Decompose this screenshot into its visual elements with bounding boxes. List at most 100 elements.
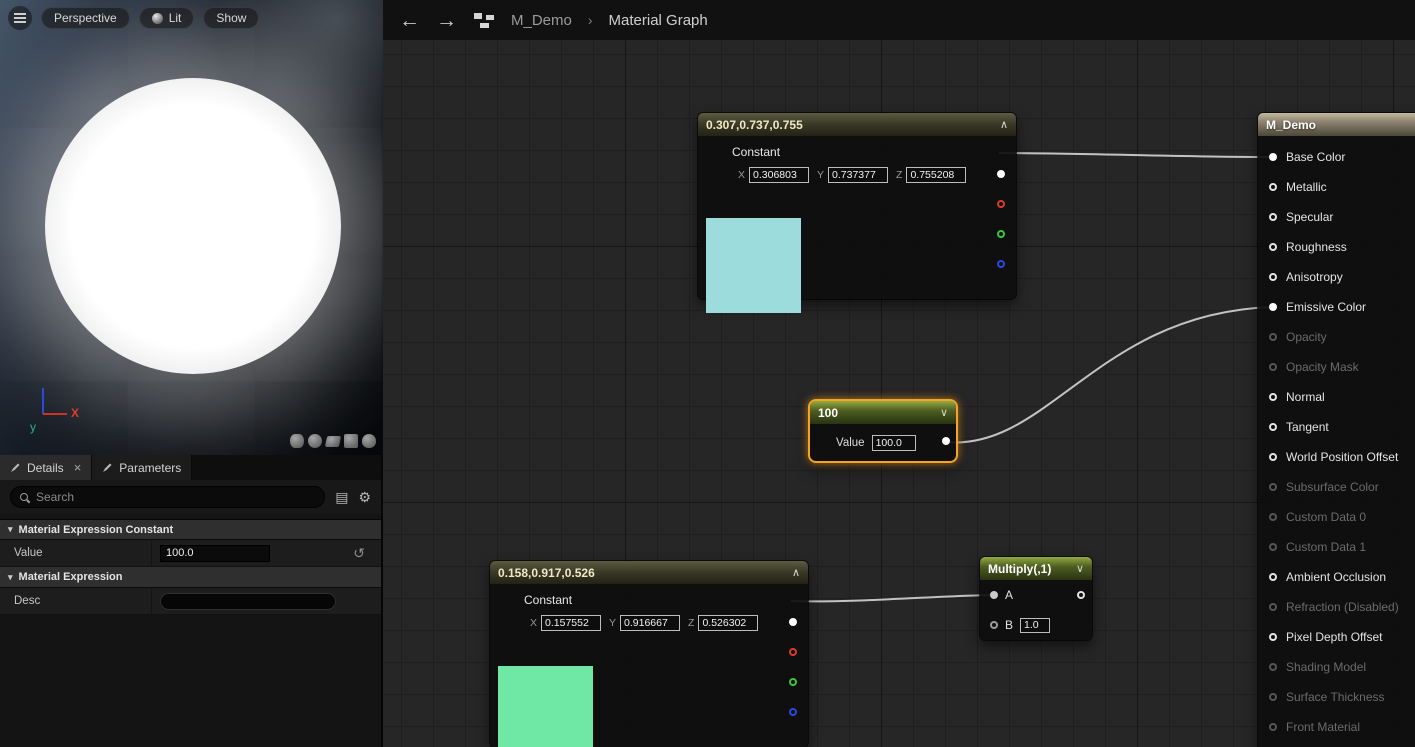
pin-icon[interactable]: [1269, 153, 1277, 161]
output-pin-g[interactable]: [997, 230, 1005, 238]
output-pin-r[interactable]: [789, 648, 797, 656]
preview-viewport[interactable]: Perspective Lit Show X y: [0, 0, 383, 455]
result-pin-row[interactable]: Opacity: [1258, 322, 1415, 352]
value-input[interactable]: [160, 545, 270, 562]
z-value-input[interactable]: [906, 167, 966, 183]
constant-node-top-header[interactable]: 0.307,0.737,0.755 ∧: [698, 113, 1016, 136]
close-details-icon[interactable]: ×: [74, 460, 82, 475]
preview-mesh-plane-icon[interactable]: [325, 436, 341, 447]
result-pin-row[interactable]: Ambient Occlusion: [1258, 562, 1415, 592]
result-pin-row[interactable]: Emissive Color: [1258, 292, 1415, 322]
z-value-input[interactable]: [698, 615, 758, 631]
tab-parameters[interactable]: Parameters: [92, 455, 192, 480]
constant-node-bottom[interactable]: 0.158,0.917,0.526 ∧ Constant X Y Z: [490, 561, 808, 747]
pin-icon[interactable]: [1269, 243, 1277, 251]
result-pin-row[interactable]: Specular: [1258, 202, 1415, 232]
pin-icon[interactable]: [1269, 363, 1277, 371]
pin-icon[interactable]: [1269, 603, 1277, 611]
result-pin-row[interactable]: Custom Data 0: [1258, 502, 1415, 532]
collapse-arrow-icon[interactable]: ▾: [8, 572, 13, 583]
pin-icon[interactable]: [1269, 723, 1277, 731]
lit-button[interactable]: Lit: [139, 7, 195, 29]
collapse-chevron-icon[interactable]: ∧: [792, 566, 800, 579]
output-pin-rgb[interactable]: [789, 618, 797, 626]
reset-to-default-icon[interactable]: ↺: [353, 545, 365, 562]
preview-mesh-cylinder-icon[interactable]: [290, 434, 304, 448]
section-material-expression[interactable]: ▾ Material Expression: [0, 567, 381, 588]
result-pin-row[interactable]: Front Material: [1258, 712, 1415, 742]
result-pin-row[interactable]: Roughness: [1258, 232, 1415, 262]
search-box[interactable]: [10, 486, 325, 508]
preview-mesh-teapot-icon[interactable]: [362, 434, 376, 448]
settings-gear-icon[interactable]: ⚙: [358, 490, 371, 504]
value-node-header[interactable]: 100 ∨: [810, 401, 956, 424]
search-input[interactable]: [36, 490, 315, 504]
y-value-input[interactable]: [620, 615, 680, 631]
multiply-node-header[interactable]: Multiply(,1) ∨: [980, 557, 1092, 580]
graph-hierarchy-icon[interactable]: [473, 12, 495, 29]
hamburger-menu-icon[interactable]: [8, 6, 32, 30]
pin-icon[interactable]: [1269, 663, 1277, 671]
output-pin-g[interactable]: [789, 678, 797, 686]
x-value-input[interactable]: [749, 167, 809, 183]
material-graph-canvas[interactable]: 0.307,0.737,0.755 ∧ Constant X Y Z: [383, 0, 1415, 747]
multiply-node[interactable]: Multiply(,1) ∨ A B: [980, 557, 1092, 640]
preview-mesh-sphere-icon[interactable]: [308, 434, 322, 448]
pin-icon[interactable]: [1269, 273, 1277, 281]
show-button[interactable]: Show: [203, 7, 259, 29]
result-node-header[interactable]: M_Demo: [1258, 113, 1415, 136]
output-pin-rgb[interactable]: [997, 170, 1005, 178]
perspective-button[interactable]: Perspective: [41, 7, 130, 29]
pin-icon[interactable]: [1269, 453, 1277, 461]
collapse-arrow-icon[interactable]: ▾: [8, 524, 13, 535]
output-pin-r[interactable]: [997, 200, 1005, 208]
result-pin-row[interactable]: Subsurface Color: [1258, 472, 1415, 502]
pin-icon[interactable]: [1269, 183, 1277, 191]
pin-icon[interactable]: [1269, 213, 1277, 221]
x-value-input[interactable]: [541, 615, 601, 631]
scalar-value-input[interactable]: [872, 435, 916, 451]
constant-value-node[interactable]: 100 ∨ Value: [808, 399, 958, 463]
output-pin-b[interactable]: [997, 260, 1005, 268]
pin-icon[interactable]: [1269, 573, 1277, 581]
pin-icon[interactable]: [1269, 633, 1277, 641]
b-value-input[interactable]: [1020, 618, 1050, 633]
result-pin-row[interactable]: Anisotropy: [1258, 262, 1415, 292]
pin-icon[interactable]: [1269, 393, 1277, 401]
pin-icon[interactable]: [1269, 693, 1277, 701]
tab-details[interactable]: Details ×: [0, 455, 92, 480]
forward-button[interactable]: →: [436, 10, 457, 31]
constant-node-top[interactable]: 0.307,0.737,0.755 ∧ Constant X Y Z: [698, 113, 1016, 299]
result-pin-row[interactable]: Refraction (Disabled): [1258, 592, 1415, 622]
pin-icon[interactable]: [1269, 483, 1277, 491]
pin-icon[interactable]: [1269, 303, 1277, 311]
output-pin[interactable]: [942, 437, 950, 445]
pin-icon[interactable]: [1269, 423, 1277, 431]
pin-icon[interactable]: [1269, 513, 1277, 521]
result-pin-row[interactable]: Metallic: [1258, 172, 1415, 202]
preview-mesh-cube-icon[interactable]: [344, 434, 358, 448]
y-value-input[interactable]: [828, 167, 888, 183]
material-result-node[interactable]: M_Demo Base ColorMetallicSpecularRoughne…: [1258, 113, 1415, 747]
constant-node-bottom-header[interactable]: 0.158,0.917,0.526 ∧: [490, 561, 808, 584]
section-material-expression-constant[interactable]: ▾ Material Expression Constant: [0, 519, 381, 540]
column-view-icon[interactable]: ▤: [335, 490, 348, 504]
result-pin-row[interactable]: Pixel Depth Offset: [1258, 622, 1415, 652]
desc-input[interactable]: [160, 593, 336, 610]
pin-icon[interactable]: [1269, 333, 1277, 341]
pin-icon[interactable]: [1269, 543, 1277, 551]
expand-chevron-icon[interactable]: ∨: [940, 406, 948, 419]
breadcrumb-asset[interactable]: M_Demo: [511, 12, 572, 29]
input-pin-a[interactable]: [990, 591, 998, 599]
input-pin-b[interactable]: [990, 621, 998, 629]
result-pin-row[interactable]: Surface Thickness: [1258, 682, 1415, 712]
back-button[interactable]: ←: [399, 10, 420, 31]
result-pin-row[interactable]: Base Color: [1258, 142, 1415, 172]
result-pin-row[interactable]: Tangent: [1258, 412, 1415, 442]
result-pin-row[interactable]: World Position Offset: [1258, 442, 1415, 472]
result-pin-row[interactable]: Normal: [1258, 382, 1415, 412]
result-pin-row[interactable]: Opacity Mask: [1258, 352, 1415, 382]
collapse-chevron-icon[interactable]: ∧: [1000, 118, 1008, 131]
output-pin-b[interactable]: [789, 708, 797, 716]
result-pin-row[interactable]: Shading Model: [1258, 652, 1415, 682]
